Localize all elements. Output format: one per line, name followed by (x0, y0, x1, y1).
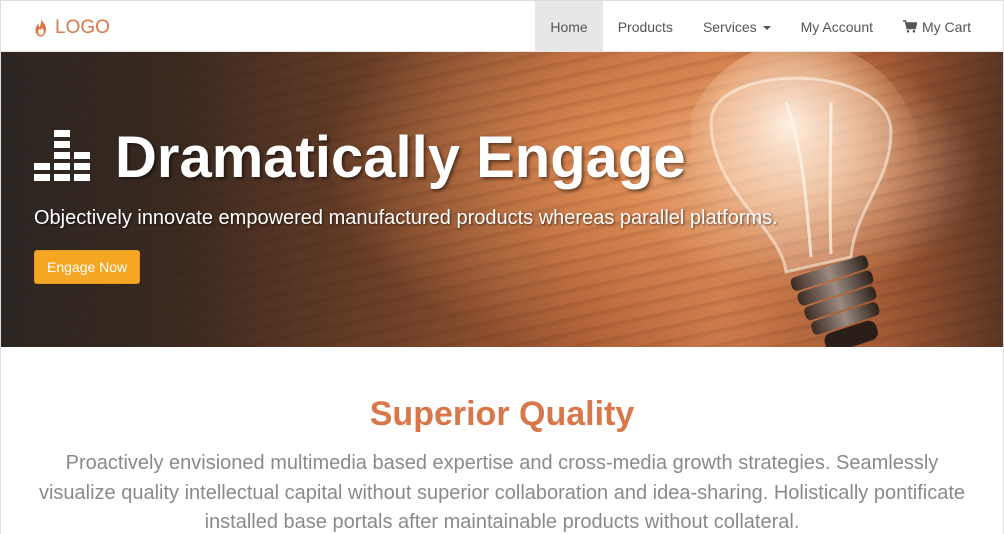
hero-title: Dramatically Engage (33, 124, 686, 191)
light-bulb-image (691, 52, 921, 347)
section-body-text: Proactively envisioned multimedia based … (38, 452, 966, 533)
nav-item-my-cart[interactable]: My Cart (888, 1, 986, 52)
main-nav: Home Products Services My Account My Car… (535, 1, 986, 52)
shopping-cart-icon (903, 20, 917, 33)
engage-now-button[interactable]: Engage Now (34, 250, 141, 284)
nav-item-products-label: Products (617, 18, 673, 35)
nav-item-home-label: Home (550, 18, 588, 35)
navbar: LOGO Home Products Services My Account M… (1, 1, 1002, 52)
caret-down-icon (762, 25, 771, 30)
nav-item-my-account[interactable]: My Account (786, 1, 888, 52)
nav-item-services-label: Services (702, 18, 757, 35)
brand-logo-link[interactable]: LOGO (33, 16, 110, 40)
nav-item-products[interactable]: Products (603, 1, 688, 52)
hero-subtitle: Objectively innovate empowered manufactu… (34, 207, 778, 229)
hero-banner: Dramatically Engage Objectively innovate… (1, 52, 1003, 347)
brand-label: LOGO (55, 17, 110, 38)
nav-item-my-cart-label: My Cart (922, 18, 971, 35)
equalizer-bars-icon (34, 129, 90, 181)
hero-title-text: Dramatically Engage (115, 125, 686, 190)
nav-item-home[interactable]: Home (535, 1, 603, 52)
nav-item-services-dropdown[interactable]: Services (688, 1, 786, 52)
fire-icon (35, 19, 46, 37)
nav-item-my-account-label: My Account (800, 18, 873, 35)
section-title: Superior Quality (369, 395, 635, 433)
